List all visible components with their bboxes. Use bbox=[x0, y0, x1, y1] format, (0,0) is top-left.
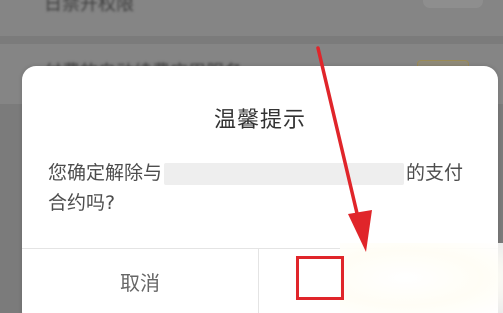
cancel-button[interactable]: 取消 bbox=[22, 248, 258, 313]
dialog-message: 您确定解除与 的支付合约吗? bbox=[48, 158, 478, 218]
annotation-highlight-box bbox=[296, 256, 344, 300]
cancel-button-label: 取消 bbox=[120, 270, 160, 295]
glare-overlay bbox=[340, 243, 503, 313]
background-toggle bbox=[423, 0, 483, 8]
redacted-merchant-name bbox=[164, 162, 405, 185]
dialog-title: 温馨提示 bbox=[213, 108, 306, 133]
background-list-item-label: 日禁开权限 bbox=[44, 0, 134, 15]
dialog-message-prefix: 您确定解除与 bbox=[48, 162, 163, 184]
background-list-item: 日禁开权限 bbox=[0, 0, 503, 36]
